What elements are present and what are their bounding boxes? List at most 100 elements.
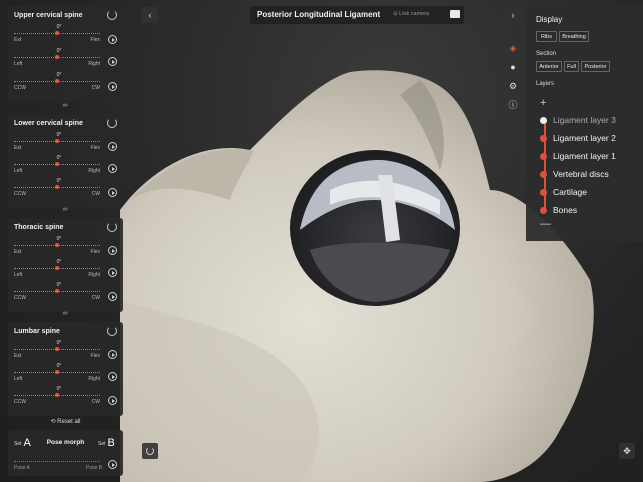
display-panel: Display Ribs Breathing Section Anterior … (526, 6, 643, 241)
minus-icon[interactable]: — (540, 219, 551, 230)
layer-slider-knob[interactable] (540, 117, 547, 124)
slider-label-right: Right (88, 272, 100, 278)
slider-label-right: Right (88, 376, 100, 382)
slider-value: 0° (56, 72, 62, 78)
play-icon[interactable] (108, 460, 117, 469)
play-icon[interactable] (108, 188, 117, 197)
slider-knob[interactable] (55, 393, 59, 397)
slider-value: 0° (56, 363, 62, 369)
slider-knob[interactable] (55, 162, 59, 166)
slider-knob[interactable] (55, 31, 59, 35)
play-icon[interactable] (108, 142, 117, 151)
slider-label-right: Flex (90, 353, 100, 359)
layer-item[interactable]: Bones (553, 205, 577, 215)
slider-label-right: Right (88, 168, 100, 174)
play-icon[interactable] (108, 57, 117, 66)
slider-knob[interactable] (55, 289, 59, 293)
reset-icon[interactable] (107, 10, 117, 20)
toggle-breathing[interactable]: Breathing (559, 31, 589, 42)
layer-dot (540, 153, 547, 160)
slider-knob[interactable] (55, 185, 59, 189)
pose-b-label: Pose B (86, 465, 103, 471)
slider-knob[interactable] (55, 55, 59, 59)
play-icon[interactable] (108, 372, 117, 381)
link-camera-button[interactable]: ⊝ Link camera (393, 11, 429, 17)
layer-item[interactable]: Ligament layer 2 (553, 133, 616, 143)
reset-icon[interactable] (107, 222, 117, 232)
section-thoracic: Thoracic spine 0° Ext Flex 0° Left Right… (8, 218, 123, 312)
link-camera-label: Link camera (399, 11, 430, 17)
slider-label-right: CW (91, 191, 100, 197)
move-icon[interactable]: ✥ (619, 443, 635, 459)
slider-label-left: Ext (14, 145, 22, 151)
slider-label-right: Flex (90, 249, 100, 255)
section-upper-cervical: Upper cervical spine 0° Ext Flex 0° Left… (8, 6, 123, 102)
slider-label-right: CW (91, 295, 100, 301)
slider-label-left: Ext (14, 249, 22, 255)
slider-label-left: CCW (14, 399, 26, 405)
section-title: Upper cervical spine (14, 12, 83, 19)
lightbulb-icon[interactable]: ● (505, 59, 521, 75)
pose-morph-card: Set A Pose morph Set B Pose A Pose B (8, 430, 123, 476)
layer-item[interactable]: Cartilage (553, 187, 587, 197)
section-posterior[interactable]: Posterior (581, 61, 610, 72)
play-icon[interactable] (108, 292, 117, 301)
reset-view-button[interactable] (142, 443, 158, 459)
slider-knob[interactable] (55, 79, 59, 83)
reset-all-label: Reset all (57, 419, 81, 425)
slider-knob[interactable] (55, 370, 59, 374)
link-icon[interactable]: ∞ (60, 102, 70, 109)
layer-item[interactable]: Ligament layer 1 (553, 151, 616, 161)
layers-icon[interactable]: ◈ (505, 40, 521, 56)
spine-controls-panel: Upper cervical spine 0° Ext Flex 0° Left… (8, 6, 125, 476)
reset-icon[interactable] (107, 326, 117, 336)
slider-knob[interactable] (55, 139, 59, 143)
section-title: Lumbar spine (14, 328, 60, 335)
slider-label-left: Left (14, 168, 23, 174)
back-button[interactable]: ‹ (142, 7, 158, 23)
slider-value: 0° (56, 259, 62, 265)
set-b-letter: B (107, 437, 115, 449)
structure-title: Posterior Longitudinal Ligament (257, 10, 381, 19)
section-full[interactable]: Full (564, 61, 579, 72)
reset-all-button[interactable]: ⟲ Reset all (8, 418, 123, 425)
link-icon[interactable]: ∞ (60, 206, 70, 213)
slider-value: 0° (56, 236, 62, 242)
layer-item[interactable]: Ligament layer 3 (553, 115, 616, 125)
slider-label-left: CCW (14, 295, 26, 301)
title-bar: Posterior Longitudinal Ligament ⊝ Link c… (250, 6, 464, 24)
slider-value: 0° (56, 24, 62, 30)
slider-value: 0° (56, 178, 62, 184)
play-icon[interactable] (108, 350, 117, 359)
pose-morph-slider[interactable] (14, 461, 100, 462)
layer-item[interactable]: Vertebral discs (553, 169, 609, 179)
section-title: Thoracic spine (14, 224, 64, 231)
slider-label-right: Flex (90, 37, 100, 43)
forward-button[interactable]: › (505, 7, 521, 23)
display-title: Display (536, 15, 563, 24)
gear-icon[interactable]: ⚙ (505, 78, 521, 94)
reset-icon[interactable] (107, 118, 117, 128)
toggle-ribs[interactable]: Ribs (536, 31, 557, 42)
play-icon[interactable] (108, 396, 117, 405)
play-icon[interactable] (108, 35, 117, 44)
plus-icon[interactable]: + (540, 97, 546, 109)
play-icon[interactable] (108, 246, 117, 255)
section-anterior[interactable]: Anterior (536, 61, 562, 72)
play-icon[interactable] (108, 164, 117, 173)
set-b-button[interactable]: Set B (98, 437, 115, 449)
section-lower-cervical: Lower cervical spine 0° Ext Flex 0° Left… (8, 114, 123, 208)
speech-bubble-icon[interactable] (450, 10, 460, 18)
play-icon[interactable] (108, 82, 117, 91)
slider-value: 0° (56, 48, 62, 54)
slider-value: 0° (56, 282, 62, 288)
layers-label: Layers (536, 81, 555, 87)
info-icon[interactable]: ⓘ (505, 97, 521, 113)
link-icon[interactable]: ∞ (60, 310, 70, 317)
slider-knob[interactable] (55, 243, 59, 247)
play-icon[interactable] (108, 268, 117, 277)
slider-value: 0° (56, 155, 62, 161)
slider-knob[interactable] (55, 347, 59, 351)
slider-knob[interactable] (55, 266, 59, 270)
slider-label-left: CCW (14, 191, 26, 197)
